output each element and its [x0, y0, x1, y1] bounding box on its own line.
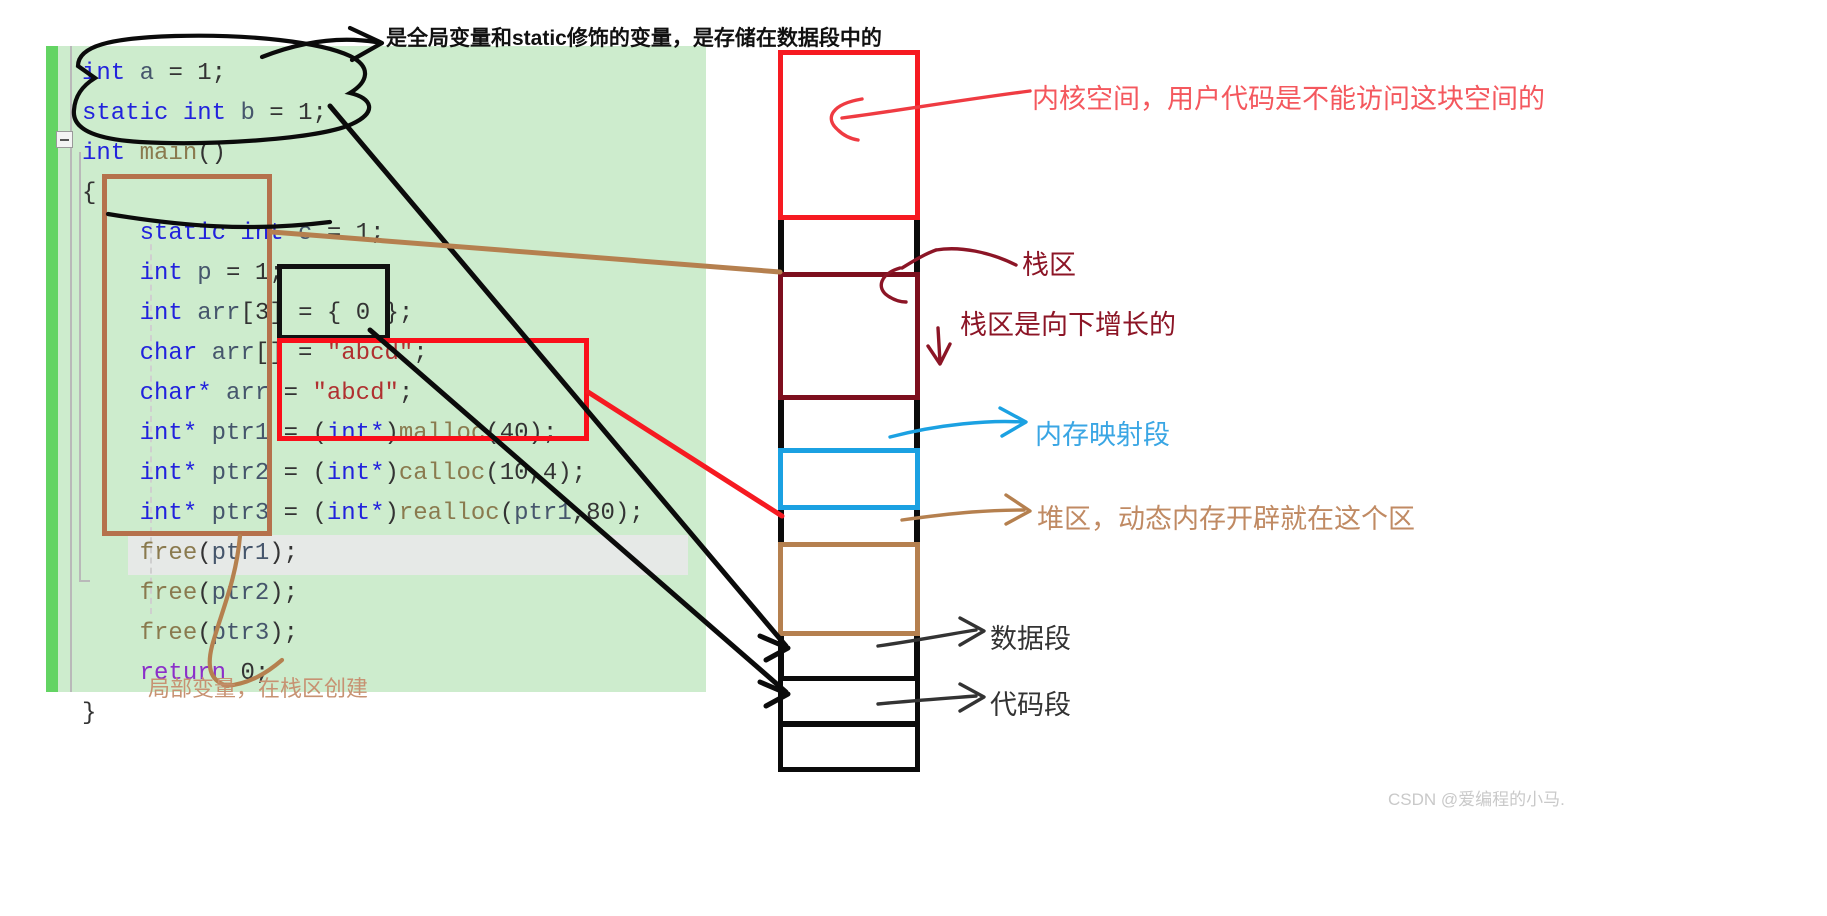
memory-segment-gap-4: [778, 636, 920, 676]
annotation-code-segment: 代码段: [990, 690, 1071, 720]
code-fold-toggle-icon[interactable]: [56, 131, 73, 148]
memory-segment-gap-3: [778, 510, 920, 542]
memory-segment-kernel-space: [778, 50, 920, 220]
highlight-box-string-literals: [277, 264, 390, 340]
memory-segment-memory-mapping: [778, 448, 920, 510]
highlight-box-local-variables: [102, 174, 272, 536]
memory-segment-code: [778, 722, 920, 772]
stroke-arrowhead-data-segment: [958, 616, 986, 647]
stroke-arrowhead-mmap: [998, 406, 1028, 438]
code-fold-guideline-foot: [79, 580, 90, 582]
annotation-stack-growth: 栈区是向下增长的: [960, 310, 1176, 340]
annotation-memory-mapping: 内存映射段: [1035, 420, 1170, 450]
annotation-data-segment: 数据段: [990, 624, 1071, 654]
csdn-watermark: CSDN @爱编程的小马.: [1388, 790, 1565, 809]
annotation-local-variables: 局部变量，在栈区创建: [148, 676, 369, 701]
stroke-pointer-heap: [900, 508, 1026, 522]
memory-segment-gap-2: [778, 400, 920, 448]
annotation-kernel-space: 内核空间，用户代码是不能访问这块空间的: [1032, 84, 1545, 114]
memory-segment-heap: [778, 542, 920, 636]
memory-layout-diagram: [778, 50, 920, 772]
annotation-stack: 栈区: [1022, 250, 1076, 280]
stroke-arrowhead-heap: [1004, 493, 1032, 526]
diagram-canvas: int a = 1; static int b = 1; int main() …: [0, 0, 1827, 916]
memory-segment-data: [778, 676, 920, 726]
annotation-global-variables: 是全局变量和static修饰的变量，是存储在数据段中的: [386, 27, 882, 50]
stroke-pointer-stack: [934, 247, 1018, 267]
code-fold-guideline: [79, 152, 81, 582]
highlight-box-dynamic-allocation: [277, 338, 589, 441]
memory-segment-stack: [778, 272, 920, 400]
memory-segment-gap-1: [778, 220, 920, 272]
stroke-arrow-stack-growth: [936, 326, 942, 364]
stroke-arrowhead-stack-growth: [926, 342, 952, 366]
annotation-heap: 堆区，动态内存开辟就在这个区: [1037, 504, 1415, 534]
stroke-arrowhead-code-segment: [958, 682, 986, 713]
